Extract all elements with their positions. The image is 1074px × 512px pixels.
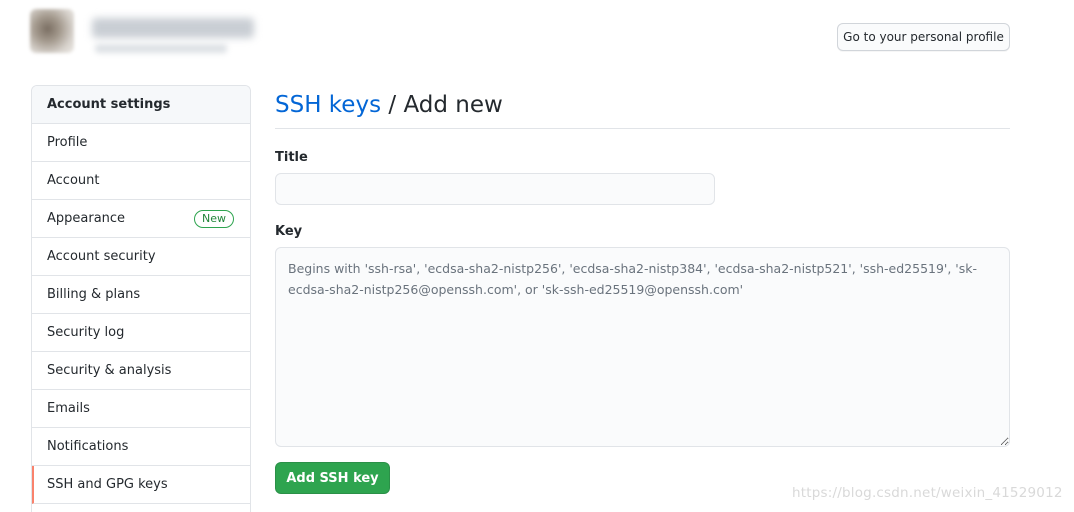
sidebar-item-profile[interactable]: Profile: [32, 124, 250, 162]
user-name[interactable]: [92, 18, 254, 38]
breadcrumb-current: Add new: [403, 92, 503, 118]
sidebar-item-notifications[interactable]: Notifications: [32, 428, 250, 466]
page-title: SSH keys / Add new: [275, 85, 1010, 129]
sidebar-item-label: Profile: [47, 135, 88, 150]
sidebar-item-label: Notifications: [47, 439, 129, 454]
add-ssh-key-button[interactable]: Add SSH key: [275, 462, 390, 494]
sidebar-item-label: SSH and GPG keys: [47, 477, 168, 492]
sidebar-item-security-log[interactable]: Security log: [32, 314, 250, 352]
sidebar-item-ssh-gpg-keys[interactable]: SSH and GPG keys: [32, 466, 250, 504]
main-content: SSH keys / Add new Title Key Add SSH key: [275, 85, 1010, 494]
sidebar-item-account-security[interactable]: Account security: [32, 238, 250, 276]
watermark: https://blog.csdn.net/weixin_41529012: [792, 485, 1063, 501]
sidebar-item-account[interactable]: Account: [32, 162, 250, 200]
sidebar-item-label: Billing & plans: [47, 287, 141, 302]
sidebar-item-label: Account: [47, 173, 100, 188]
sidebar-heading: Account settings: [32, 86, 250, 124]
sidebar-item-security-analysis[interactable]: Security & analysis: [32, 352, 250, 390]
new-badge: New: [194, 209, 234, 228]
user-subtitle: [95, 44, 227, 53]
sidebar-item-billing[interactable]: Billing & plans: [32, 276, 250, 314]
key-label: Key: [275, 224, 303, 239]
sidebar-item-appearance[interactable]: Appearance New: [32, 200, 250, 238]
title-input[interactable]: [275, 173, 715, 205]
breadcrumb-separator: /: [381, 92, 404, 118]
sidebar-item-label: Appearance: [47, 211, 126, 226]
avatar[interactable]: [30, 9, 74, 53]
settings-sidebar: Account settings Profile Account Appeara…: [31, 85, 251, 512]
sidebar-item-label: Account security: [47, 249, 156, 264]
title-label: Title: [275, 150, 308, 165]
sidebar-item-label: Security & analysis: [47, 363, 172, 378]
sidebar-item-label: Security log: [47, 325, 125, 340]
go-to-profile-button[interactable]: Go to your personal profile: [837, 23, 1010, 51]
sidebar-item-emails[interactable]: Emails: [32, 390, 250, 428]
sidebar-item-label: Emails: [47, 401, 90, 416]
breadcrumb-ssh-keys-link[interactable]: SSH keys: [275, 92, 381, 118]
key-textarea[interactable]: [275, 247, 1010, 447]
